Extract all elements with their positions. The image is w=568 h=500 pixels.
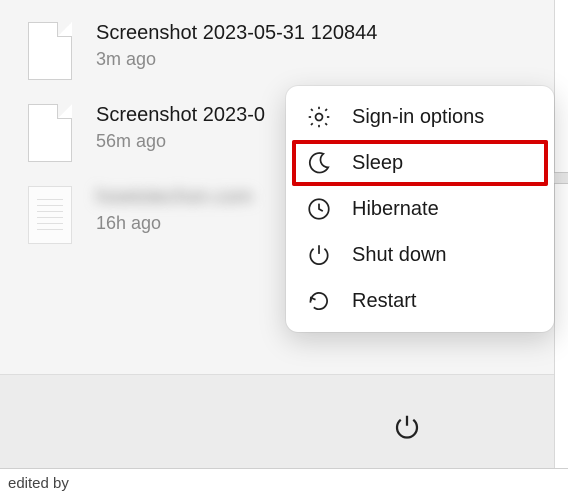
power-button[interactable] bbox=[388, 408, 426, 446]
menu-item-shutdown[interactable]: Shut down bbox=[292, 232, 548, 278]
menu-item-label: Hibernate bbox=[352, 198, 439, 221]
menu-item-label: Restart bbox=[352, 290, 416, 313]
gear-icon bbox=[306, 104, 332, 130]
menu-item-label: Sign-in options bbox=[352, 106, 484, 129]
menu-item-hibernate[interactable]: Hibernate bbox=[292, 186, 548, 232]
file-time: 56m ago bbox=[96, 131, 265, 152]
file-icon bbox=[28, 104, 72, 162]
file-name: Screenshot 2023-0 bbox=[96, 104, 265, 127]
file-meta: Screenshot 2023-05-31 120844 3m ago bbox=[96, 22, 377, 70]
footer-text: edited by bbox=[8, 475, 69, 492]
scrollbar-marker[interactable] bbox=[554, 172, 568, 184]
power-menu: Sign-in options Sleep Hibernate Shut dow… bbox=[286, 86, 554, 332]
file-icon bbox=[28, 22, 72, 80]
menu-item-restart[interactable]: Restart bbox=[292, 278, 548, 324]
file-meta: howtotechon.com 16h ago bbox=[96, 186, 253, 234]
scrollbar-rail[interactable] bbox=[554, 0, 568, 470]
menu-item-label: Sleep bbox=[352, 152, 403, 175]
file-time: 16h ago bbox=[96, 213, 253, 234]
power-icon bbox=[392, 412, 422, 442]
document-icon bbox=[28, 186, 72, 244]
restart-icon bbox=[306, 288, 332, 314]
file-name: Screenshot 2023-05-31 120844 bbox=[96, 22, 377, 45]
power-icon bbox=[306, 242, 332, 268]
moon-icon bbox=[306, 150, 332, 176]
taskbar-area bbox=[0, 374, 554, 468]
menu-item-label: Shut down bbox=[352, 244, 447, 267]
recent-file-item[interactable]: Screenshot 2023-05-31 120844 3m ago bbox=[0, 10, 568, 92]
menu-item-signin-options[interactable]: Sign-in options bbox=[292, 94, 548, 140]
file-meta: Screenshot 2023-0 56m ago bbox=[96, 104, 265, 152]
clock-icon bbox=[306, 196, 332, 222]
menu-item-sleep[interactable]: Sleep bbox=[292, 140, 548, 186]
footer-caption: edited by bbox=[0, 468, 568, 500]
file-time: 3m ago bbox=[96, 49, 377, 70]
file-name: howtotechon.com bbox=[96, 186, 253, 209]
